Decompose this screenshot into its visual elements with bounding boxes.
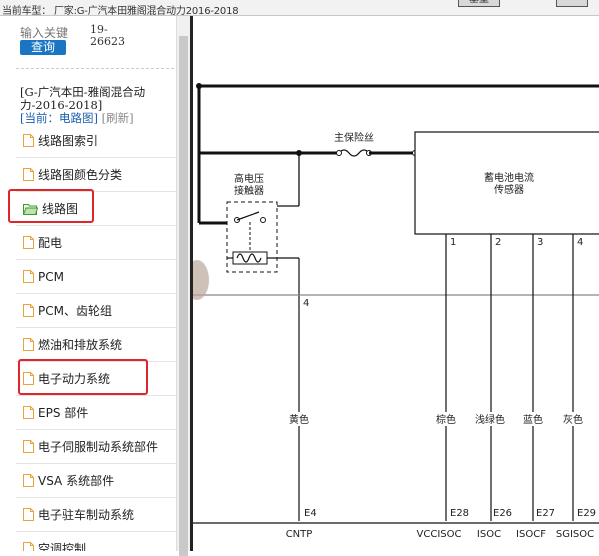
document-icon [23,508,34,521]
wiring-diagram: 主保险丝 高电压 接触器 蓄电池电流 传感器 4 1 2 3 4 黄色 棕色 浅… [193,83,599,540]
document-icon [23,440,34,453]
wire-color-label: 灰色 [563,413,583,426]
tree-item-label: 配电 [38,236,63,250]
model-title: [G-广汽本田-雅阁混合动力-2016-2018] [20,85,146,112]
relay-terminal [260,217,266,223]
relay-label-line2: 接触器 [234,184,264,197]
signal-name: SGISOC [556,529,594,540]
connector-id: E28 [450,508,469,519]
document-icon [23,474,34,487]
wire-color-label: 蓝色 [523,413,543,426]
tree-item-label: 空调控制 [38,542,87,551]
tree-item-label: 线路图颜色分类 [38,168,123,182]
terminal [336,150,342,156]
tree-item-label: 燃油和排放系统 [38,338,123,352]
toolbar-button-1[interactable]: 基型 [458,0,500,7]
separator [16,68,174,69]
sensor-pin-2: 2 [495,237,501,248]
document-icon [23,168,34,181]
document-icon [23,338,34,351]
signal-name: ISOC [477,529,501,540]
sensor-label-line2: 传感器 [494,183,524,196]
signal-name: CNTP [286,529,313,540]
current-label[interactable]: [当前：电路图] [20,111,98,125]
sensor-pin-1: 1 [450,237,456,248]
sidebar: 查询 19-26623 [G-广汽本田-雅阁混合动力-2016-2018] [当… [0,16,192,551]
sidebar-scrollbar[interactable] [176,16,190,556]
relay-pin-number: 4 [303,298,309,309]
search-input[interactable] [20,26,72,40]
tree-item-wiring-index[interactable]: 线路图索引 [16,124,176,158]
document-icon [23,542,34,551]
wire-color-label: 棕色 [436,413,456,426]
sensor-label-line1: 蓄电池电流 [484,171,534,184]
connector-id: E26 [493,508,512,519]
scrollbar-thumb[interactable] [179,36,188,556]
refresh-link[interactable]: [刷新] [102,111,134,125]
signal-name: VCCISOC [417,529,462,540]
search-button[interactable]: 查询 [20,40,66,55]
connector-id: E29 [577,508,596,519]
document-icon [23,134,34,147]
fuse-label: 主保险丝 [334,131,374,144]
tree-item-parking-brake[interactable]: 电子驻车制动系统 [16,498,176,532]
relay-box [226,201,278,273]
tree-item-label: PCM [38,269,64,284]
tree-item-label: EPS 部件 [38,406,89,420]
toolbar-button-2[interactable] [556,0,588,7]
connector-id: E4 [304,508,317,519]
tree-item-climate-control[interactable]: 空调控制 [16,532,176,551]
document-icon [23,236,34,249]
cursor-blob [193,260,209,300]
highlight-box-electric-power [18,359,148,395]
tree-item-label: 电子驻车制动系统 [38,508,135,522]
tree-item-vsa-parts[interactable]: VSA 系统部件 [16,464,176,498]
tree-item-pcm[interactable]: PCM [16,260,176,294]
document-icon [23,270,34,283]
breadcrumb: 当前车型： 厂家:G-广汽本田雅阁混合动力2016-2018 [2,6,239,16]
relay-label-line1: 高电压 [234,172,264,185]
tree-item-label: VSA 系统部件 [38,474,115,488]
year-range: 19-26623 [90,23,125,48]
connector-id: E27 [536,508,555,519]
document-icon [23,304,34,317]
tree-item-label: 电子伺服制动系统部件 [38,440,159,454]
tree-item-color-classification[interactable]: 线路图颜色分类 [16,158,176,192]
sensor-pin-4: 4 [577,237,583,248]
highlight-box-wiring [8,189,94,223]
diagram-canvas[interactable]: 主保险丝 高电压 接触器 蓄电池电流 传感器 4 1 2 3 4 黄色 棕色 浅… [193,16,599,551]
tree-item-eps-parts[interactable]: EPS 部件 [16,396,176,430]
top-bar: 当前车型： 厂家:G-广汽本田雅阁混合动力2016-2018 基型 [0,0,599,16]
fuse-symbol [338,149,370,157]
tree-item-pcm-gearset[interactable]: PCM、齿轮组 [16,294,176,328]
sensor-pin-3: 3 [537,237,543,248]
tree-item-servo-brake[interactable]: 电子伺服制动系统部件 [16,430,176,464]
wire-color-label: 浅绿色 [475,413,505,426]
tree-item-power-distribution[interactable]: 配电 [16,226,176,260]
tree-item-fuel-emission[interactable]: 燃油和排放系统 [16,328,176,362]
document-icon [23,406,34,419]
wire-color-label: 黄色 [289,413,309,426]
tree-item-label: PCM、齿轮组 [38,304,112,318]
signal-name: ISOCF [516,529,546,540]
tree-item-label: 线路图索引 [38,134,99,148]
